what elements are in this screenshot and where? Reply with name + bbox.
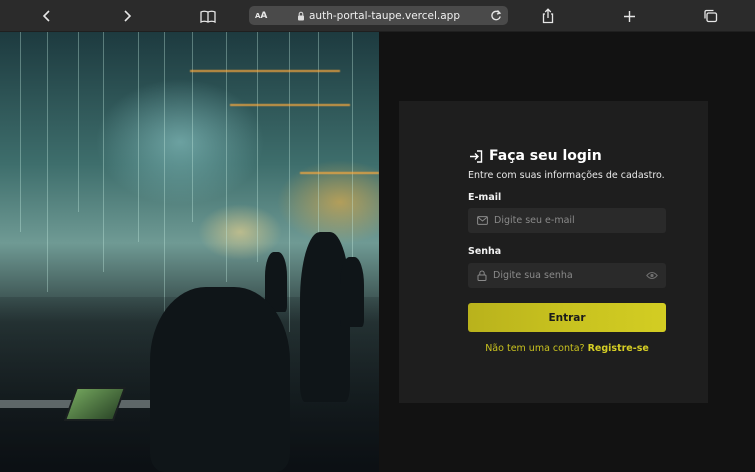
register-question: Não tem uma conta? — [485, 343, 585, 354]
lock-icon — [477, 270, 487, 281]
page-subtitle: Entre com suas informações de cadastro. — [468, 170, 665, 181]
back-button[interactable] — [31, 0, 63, 32]
tabs-icon — [703, 9, 717, 23]
rain-streak — [103, 32, 104, 272]
browser-toolbar: AA auth-portal-taupe.vercel.app — [0, 0, 755, 32]
email-field-wrapper — [468, 208, 666, 233]
light-streak — [190, 70, 340, 72]
page-title: Faça seu login — [489, 148, 602, 164]
rain-streak — [318, 32, 319, 252]
share-icon — [542, 8, 554, 24]
rain-streak — [47, 32, 48, 292]
email-label: E-mail — [468, 192, 502, 203]
rain-streak — [257, 32, 258, 262]
walking-person — [340, 257, 364, 327]
chevron-left-icon — [42, 10, 50, 22]
rain-streak — [352, 32, 353, 292]
light-streak — [230, 104, 350, 106]
password-field-wrapper — [468, 263, 666, 288]
light-streak — [300, 172, 379, 174]
chevron-right-icon — [124, 10, 132, 22]
email-field[interactable] — [494, 215, 644, 226]
hero-image — [0, 32, 379, 472]
forward-button[interactable] — [111, 0, 143, 32]
login-button[interactable]: Entrar — [468, 303, 666, 332]
share-button[interactable] — [532, 0, 564, 32]
register-prompt: Não tem uma conta? Registre-se — [468, 343, 666, 354]
tabs-overview-button[interactable] — [694, 0, 726, 32]
rain-streak — [164, 32, 165, 312]
password-field[interactable] — [493, 270, 643, 281]
mail-icon — [477, 216, 488, 225]
password-label: Senha — [468, 246, 502, 257]
reload-icon[interactable] — [490, 9, 502, 22]
lock-icon — [298, 11, 304, 20]
rain-streak — [192, 32, 193, 222]
url-display[interactable]: auth-portal-taupe.vercel.app — [249, 6, 508, 25]
rain-streak — [289, 32, 290, 332]
book-icon — [200, 10, 216, 23]
plus-icon — [623, 10, 635, 22]
login-card — [399, 101, 708, 403]
new-tab-button[interactable] — [613, 0, 645, 32]
login-icon — [470, 149, 483, 163]
rain-streak — [20, 32, 21, 232]
man-at-laptop — [150, 287, 290, 472]
address-bar[interactable]: AA auth-portal-taupe.vercel.app — [249, 6, 508, 25]
show-password-icon[interactable] — [646, 271, 658, 280]
register-link[interactable]: Registre-se — [588, 343, 649, 354]
rain-streak — [78, 32, 79, 212]
login-heading: Faça seu login — [469, 148, 602, 164]
rain-streak — [138, 32, 139, 242]
url-text: auth-portal-taupe.vercel.app — [309, 9, 460, 22]
reader-mode-button[interactable] — [192, 0, 224, 32]
